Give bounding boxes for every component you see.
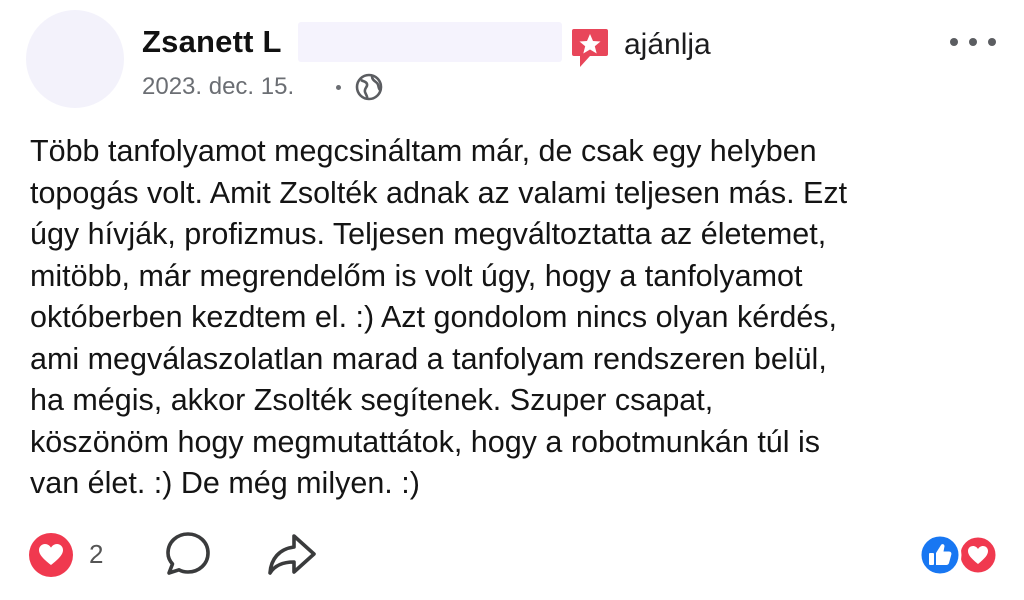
more-dot bbox=[988, 38, 996, 46]
post-body-text: Több tanfolyamot megcsináltam már, de cs… bbox=[30, 134, 848, 500]
globe-icon bbox=[355, 73, 383, 101]
author-name[interactable]: Zsanett L bbox=[142, 24, 282, 60]
like-reaction-icon bbox=[918, 533, 962, 577]
love-reaction-icon bbox=[957, 534, 999, 576]
reactions-summary[interactable] bbox=[918, 533, 1000, 577]
meta-separator bbox=[336, 85, 341, 90]
more-options-button[interactable] bbox=[948, 24, 998, 60]
redacted-surname bbox=[298, 22, 562, 62]
heart-reaction-icon[interactable] bbox=[28, 532, 74, 578]
more-dot bbox=[969, 38, 977, 46]
more-dot bbox=[950, 38, 958, 46]
recommend-star-icon bbox=[572, 29, 608, 67]
recommends-label: ajánlja bbox=[624, 28, 711, 61]
share-icon[interactable] bbox=[266, 530, 318, 578]
comment-icon[interactable] bbox=[164, 530, 212, 578]
post-date[interactable]: 2023. dec. 15. bbox=[142, 73, 294, 101]
reaction-count[interactable]: 2 bbox=[89, 539, 103, 570]
author-avatar[interactable] bbox=[26, 10, 124, 108]
